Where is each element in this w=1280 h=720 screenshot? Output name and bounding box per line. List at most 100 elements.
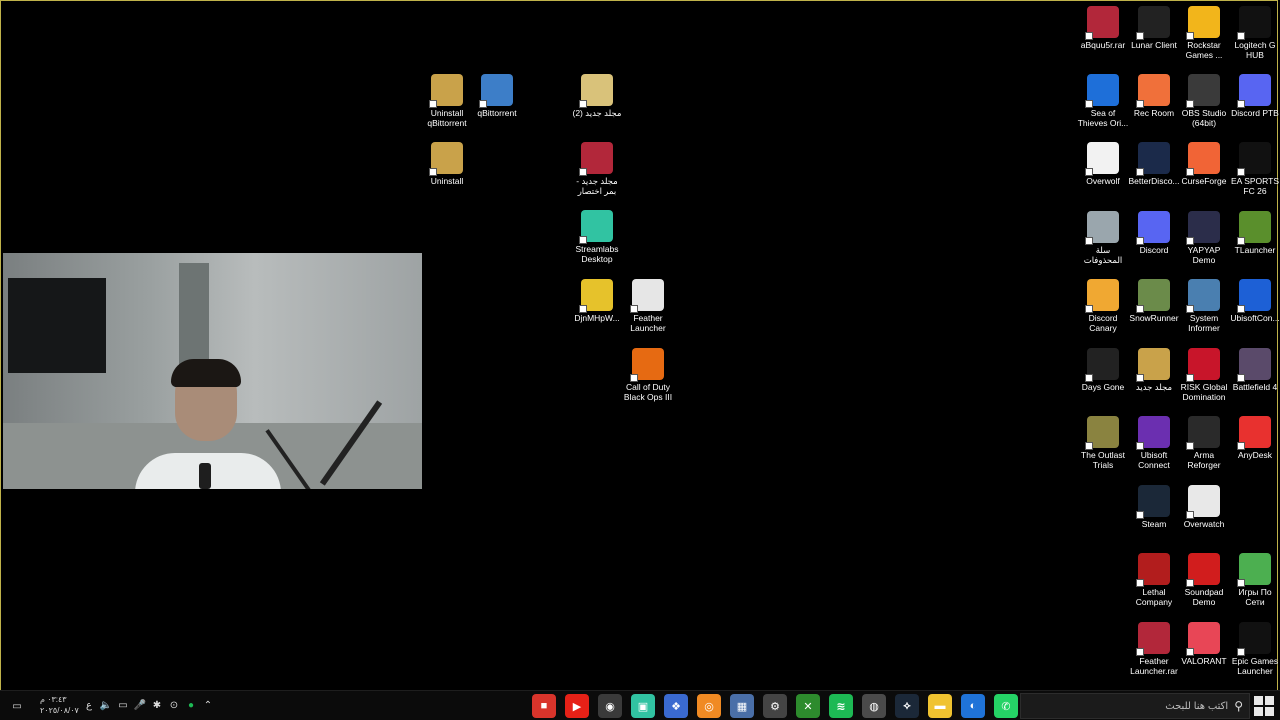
- desktop-icon-cod-bo3[interactable]: Call of Duty Black Ops III: [621, 348, 675, 402]
- desktop-icon-label: (2) مجلد جديد: [572, 108, 622, 118]
- puzzle-icon: [579, 279, 613, 313]
- desktop-icon-abquu5r[interactable]: aBquu5r.rar: [1076, 6, 1130, 50]
- desktop-icon-lethal-company[interactable]: Lethal Company: [1127, 553, 1181, 607]
- desktop-icon-new-folder-2[interactable]: (2) مجلد جديد: [570, 74, 624, 118]
- taskbar-app-steam-icon[interactable]: ⟡: [895, 694, 919, 718]
- taskbar-app-orange-icon[interactable]: ◎: [697, 694, 721, 718]
- shortcut-arrow-icon: [429, 168, 437, 176]
- desktop-icon-overwatch[interactable]: Overwatch: [1177, 485, 1231, 529]
- desktop-icon-uninstall[interactable]: Uninstall: [420, 142, 474, 186]
- taskbar-app-whatsapp-icon[interactable]: ✆: [994, 694, 1018, 718]
- desktop-icon-snowrunner[interactable]: SnowRunner: [1127, 279, 1181, 323]
- desktop-icon-arma-reforger[interactable]: Arma Reforger: [1177, 416, 1231, 470]
- uninstall-icon: [429, 142, 463, 176]
- shortcut-arrow-icon: [1186, 32, 1194, 40]
- taskbar-app-streamlabs-icon[interactable]: ▣: [631, 694, 655, 718]
- tray-app-icon[interactable]: ⊙: [167, 696, 181, 714]
- taskbar-app-bf-icon[interactable]: ❖: [664, 694, 688, 718]
- taskbar-app-explorer-icon[interactable]: ▬: [928, 694, 952, 718]
- desktop-icon-days-gone[interactable]: Days Gone: [1076, 348, 1130, 392]
- ftp-icon: [1237, 553, 1271, 587]
- desktop-icon-recycle-bin[interactable]: سلة المحذوفات: [1076, 211, 1130, 265]
- shortcut-arrow-icon: [1186, 374, 1194, 382]
- desktop-icon-curseforge[interactable]: CurseForge: [1177, 142, 1231, 186]
- desktop-icon-feather-launcher-desktop[interactable]: Feather Launcher: [621, 279, 675, 333]
- betterdiscord-icon: [1136, 142, 1170, 176]
- desktop-icon-tlauncher[interactable]: TLauncher: [1228, 211, 1280, 255]
- taskbar-left: ▭: [10, 695, 24, 717]
- desktop-icon-valorant[interactable]: VALORANT: [1177, 622, 1231, 666]
- shortcut-arrow-icon: [1237, 32, 1245, 40]
- desktop-icon-label: BetterDisco...: [1128, 176, 1180, 186]
- recroom-icon: [1136, 74, 1170, 108]
- desktop-icon-betterdiscord[interactable]: BetterDisco...: [1127, 142, 1181, 186]
- desktop-icon-rockstar[interactable]: Rockstar Games ...: [1177, 6, 1231, 60]
- desktop-icon-new-folder-shortcut[interactable]: مجلد جديد - بمر اختصار: [570, 142, 624, 196]
- bluetooth-icon[interactable]: ✱: [150, 696, 164, 714]
- desktop-icon-djnm[interactable]: DjnMHpW...: [570, 279, 624, 323]
- desktop-icon-steam[interactable]: Steam: [1127, 485, 1181, 529]
- desktop-icon-sea-of-thieves[interactable]: Sea of Thieves Ori...: [1076, 74, 1130, 128]
- microphone-icon[interactable]: 🎤: [133, 696, 147, 714]
- taskbar-clock[interactable]: ٠٣:٤٣ م ٢٠٢٥/٠٨/٠٧: [40, 694, 79, 716]
- volume-icon[interactable]: 🔈: [99, 696, 113, 714]
- desktop-icon-overwolf[interactable]: Overwolf: [1076, 142, 1130, 186]
- desktop-icon-soundpad[interactable]: Soundpad Demo: [1177, 553, 1231, 607]
- desktop-icon-streamlabs[interactable]: Streamlabs Desktop: [570, 210, 624, 264]
- desktop-icon-logitech[interactable]: Logitech G HUB: [1228, 6, 1280, 60]
- desktop-icon-label: Battlefield 4: [1232, 382, 1278, 392]
- taskbar-app-red-icon[interactable]: ■: [532, 694, 556, 718]
- outlast-icon: [1085, 416, 1119, 450]
- desktop-icon-rec-room[interactable]: Rec Room: [1127, 74, 1181, 118]
- desktop-icon-ea-fc26[interactable]: EA SPORTS FC 26: [1228, 142, 1280, 196]
- desktop-icon-lunar-client[interactable]: Lunar Client: [1127, 6, 1181, 50]
- windows-logo-tile: [1265, 696, 1274, 705]
- taskbar-app-spotify-icon[interactable]: ≋: [829, 694, 853, 718]
- winrar-icon: [579, 142, 613, 176]
- desktop-icon-system-informer[interactable]: System Informer: [1177, 279, 1231, 333]
- desktop-icon-outlast-trials[interactable]: The Outlast Trials: [1076, 416, 1130, 470]
- desktop-icon-label: SnowRunner: [1129, 313, 1179, 323]
- shortcut-arrow-icon: [579, 305, 587, 313]
- desktop-icon-qbittorrent[interactable]: qBittorrent: [470, 74, 524, 118]
- search-box[interactable]: اكتب هنا للبحث ⚲: [1020, 693, 1250, 719]
- taskbar-app-window-icon[interactable]: ▦: [730, 694, 754, 718]
- desktop-icon-ubisoft-connect[interactable]: Ubisoft Connect: [1127, 416, 1181, 470]
- desktop-icon-ubisoft-connect-short[interactable]: UbisoftCon...: [1228, 279, 1280, 323]
- webcam-overlay: [3, 253, 422, 489]
- taskbar-app-obs-icon[interactable]: ◉: [598, 694, 622, 718]
- desktop-icon-feather-launcher[interactable]: Feather Launcher.rar: [1127, 622, 1181, 676]
- notification-icon[interactable]: ▭: [10, 696, 24, 716]
- desktop-icon-obs[interactable]: OBS Studio (64bit): [1177, 74, 1231, 128]
- desktop-icon-ftp[interactable]: Игры По Сети: [1228, 553, 1280, 607]
- desktop-icon-new-folder[interactable]: مجلد جديد: [1127, 348, 1181, 392]
- desktop-icon-risk[interactable]: RISK Global Domination: [1177, 348, 1231, 402]
- shortcut-arrow-icon: [1136, 305, 1144, 313]
- desktop-icon-label: YAPYAP Demo: [1187, 245, 1221, 265]
- desktop-icon-discord-canary[interactable]: Discord Canary: [1076, 279, 1130, 333]
- network-icon[interactable]: ▭: [116, 696, 130, 714]
- search-placeholder: اكتب هنا للبحث: [1165, 700, 1229, 712]
- ubisoft-icon: [1136, 416, 1170, 450]
- taskbar-app-youtube-icon[interactable]: ▶: [565, 694, 589, 718]
- taskbar-app-edge-icon[interactable]: ◐: [961, 694, 985, 718]
- taskbar-app-chrome-icon[interactable]: ◍: [862, 694, 886, 718]
- tray-spotify-icon[interactable]: ●: [184, 696, 198, 714]
- desktop-icon-anydesk[interactable]: AnyDesk: [1228, 416, 1280, 460]
- desktop-icon-discord-ptb[interactable]: Discord PTB: [1228, 74, 1280, 118]
- winrar-icon: [1136, 622, 1170, 656]
- language-indicator[interactable]: ع: [82, 696, 96, 714]
- desktop-icon-uninstall-qbittorrent[interactable]: Uninstall qBittorrent: [420, 74, 474, 128]
- desktop-icon-discord[interactable]: Discord: [1127, 211, 1181, 255]
- start-button[interactable]: [1254, 696, 1274, 716]
- desktop-icon-label: RISK Global Domination: [1180, 382, 1228, 402]
- desktop-icon-epic[interactable]: Epic Games Launcher: [1228, 622, 1280, 676]
- taskbar-app-xbox-icon[interactable]: ✕: [796, 694, 820, 718]
- chevron-up-icon[interactable]: ⌃: [201, 696, 215, 714]
- desktop-icon-yapyap[interactable]: YAPYAP Demo: [1177, 211, 1231, 265]
- shortcut-arrow-icon: [1085, 237, 1093, 245]
- cod-icon: [630, 348, 664, 382]
- desktop-icon-battlefield4[interactable]: Battlefield 4: [1228, 348, 1280, 392]
- taskbar-app-settings-icon[interactable]: ⚙: [763, 694, 787, 718]
- desktop-icon-label: مجلد جديد - بمر اختصار: [576, 176, 618, 196]
